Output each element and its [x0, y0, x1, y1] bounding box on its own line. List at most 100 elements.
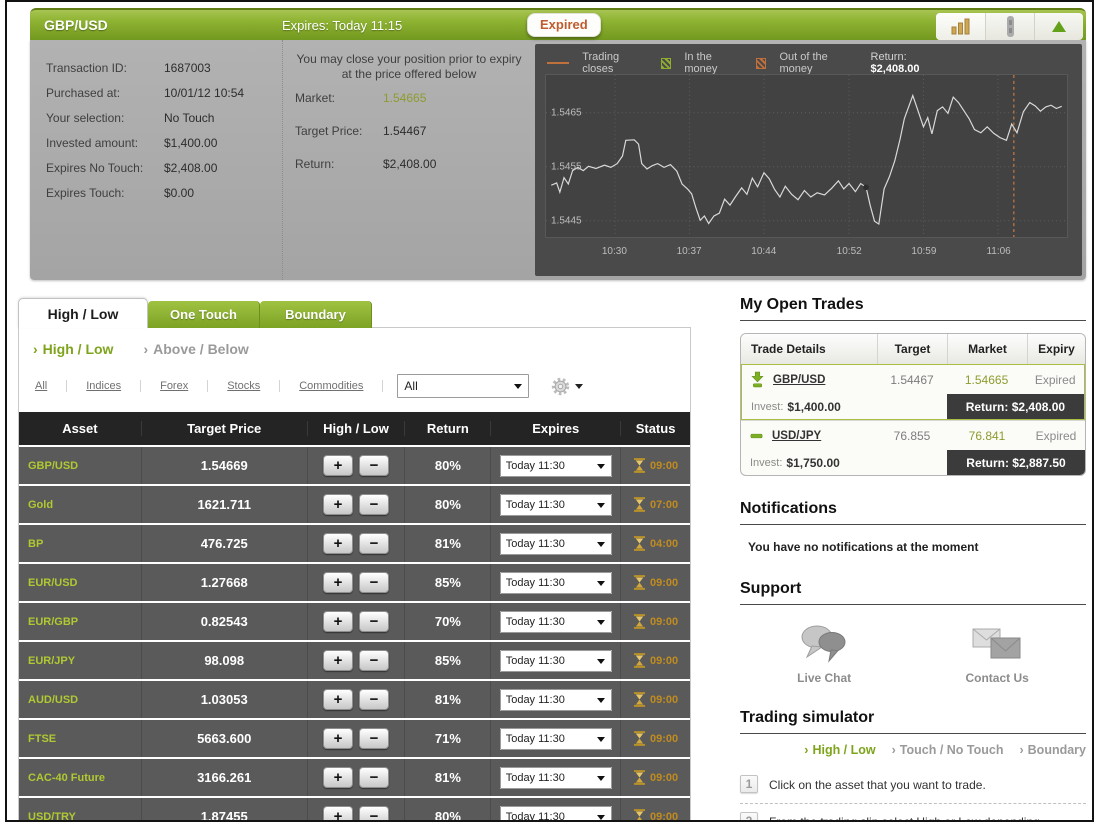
expires-select[interactable]: Today 11:30: [499, 727, 612, 750]
sim-link-boundary[interactable]: › Boundary: [1019, 743, 1086, 757]
low-button[interactable]: −: [359, 806, 389, 820]
expires-select[interactable]: Today 11:30: [499, 688, 612, 711]
high-button[interactable]: +: [323, 455, 353, 476]
target-price: 3166.261: [140, 759, 307, 796]
column-trade-details: Trade Details: [751, 342, 826, 356]
return-badge: Return: $2,408.00: [946, 394, 1084, 419]
asset-name[interactable]: EUR/JPY: [19, 642, 141, 679]
low-button[interactable]: −: [359, 767, 389, 788]
hourglass-icon: [633, 536, 646, 551]
position-widget: GBP/USD Expires: Today 11:15 Expired Tra…: [30, 8, 1086, 280]
column-expiry: Expiry: [1027, 334, 1085, 364]
in-the-money-swatch: [661, 57, 672, 69]
high-button[interactable]: +: [323, 728, 353, 749]
open-trade-row: GBP/USD 1.54467 1.54665 Expired Invest: $…: [741, 364, 1085, 420]
category-select[interactable]: All: [397, 374, 530, 398]
detail-value: $2,408.00: [164, 161, 218, 175]
target-price: 1.03053: [140, 681, 307, 718]
tab-one-touch[interactable]: One Touch: [148, 301, 260, 328]
high-button[interactable]: +: [323, 689, 353, 710]
high-button[interactable]: +: [323, 572, 353, 593]
sim-link-touch-no-touch[interactable]: › Touch / No Touch: [892, 743, 1004, 757]
asset-name[interactable]: AUD/USD: [19, 681, 141, 718]
column-high-low: High / Low: [306, 421, 405, 436]
sim-link-label: High / Low: [812, 743, 876, 757]
open-trade-row: USD/JPY 76.855 76.841 Expired Invest: $1,…: [741, 420, 1085, 475]
filter-forex[interactable]: Forex: [141, 380, 209, 392]
filter-all[interactable]: All: [33, 380, 68, 392]
asset-name[interactable]: CAC-40 Future: [19, 759, 141, 796]
low-button[interactable]: −: [359, 572, 389, 593]
sim-link-label: Boundary: [1027, 743, 1086, 757]
expires-select[interactable]: Today 11:30: [499, 454, 612, 477]
tab-high-low[interactable]: High / Low: [18, 298, 148, 328]
low-button[interactable]: −: [359, 455, 389, 476]
asset-table-header: Asset Target Price High / Low Return Exp…: [19, 412, 690, 445]
asset-name[interactable]: Gold: [19, 486, 141, 523]
low-button[interactable]: −: [359, 533, 389, 554]
low-button[interactable]: −: [359, 650, 389, 671]
return-percent: 81%: [404, 681, 490, 718]
sidebar: My Open Trades Trade Details Target Mark…: [740, 296, 1086, 820]
bar-chart-view-button[interactable]: [936, 13, 985, 40]
asset-row: GBP/USD 1.54669 + − 80% Today 11:30 09:00: [19, 447, 690, 484]
chart-x-labels: 10:30 10:37 10:44 10:52 10:59 11:06: [601, 246, 1011, 257]
asset-row: EUR/GBP 0.82543 + − 70% Today 11:30 09:00: [19, 603, 690, 640]
expires-select[interactable]: Today 11:30: [499, 766, 612, 789]
expires-cell: Today 11:30: [490, 447, 620, 484]
hourglass-icon: [633, 614, 646, 629]
candlestick-view-button[interactable]: [985, 13, 1034, 40]
trade-subnav: › High / Low › Above / Below: [33, 341, 690, 357]
asset-name[interactable]: FTSE: [19, 720, 141, 757]
low-button[interactable]: −: [359, 494, 389, 515]
expires-select[interactable]: Today 11:30: [499, 493, 612, 516]
low-button[interactable]: −: [359, 689, 389, 710]
subnav-above-below[interactable]: › Above / Below: [143, 341, 248, 357]
hourglass-icon: [633, 653, 646, 668]
chevron-icon: ›: [143, 341, 149, 357]
contact-us-button[interactable]: Contact Us: [965, 623, 1029, 685]
asset-name[interactable]: BP: [19, 525, 141, 562]
collapse-widget-button[interactable]: [1034, 13, 1083, 40]
expires-select[interactable]: Today 11:30: [499, 805, 612, 820]
high-button[interactable]: +: [323, 494, 353, 515]
asset-name[interactable]: GBP/USD: [19, 447, 141, 484]
expires-select[interactable]: Today 11:30: [499, 571, 612, 594]
low-button[interactable]: −: [359, 728, 389, 749]
expires-select[interactable]: Today 11:30: [499, 649, 612, 672]
high-button[interactable]: +: [323, 650, 353, 671]
asset-name[interactable]: EUR/USD: [19, 564, 141, 601]
app-window: GBP/USD Expires: Today 11:15 Expired Tra…: [5, 0, 1094, 822]
detail-row: Transaction ID: 1687003: [46, 56, 282, 81]
asset-name[interactable]: USD/TRY: [19, 798, 141, 821]
price-chart-panel: Trading closes In the money Out of the m…: [535, 44, 1082, 276]
invest-label: Invest:: [751, 400, 784, 413]
filter-stocks[interactable]: Stocks: [208, 380, 281, 392]
live-chat-button[interactable]: Live Chat: [797, 623, 851, 685]
open-trades-title: My Open Trades: [740, 296, 1086, 321]
asset-row: FTSE 5663.600 + − 71% Today 11:30 09:00: [19, 720, 690, 757]
expires-select[interactable]: Today 11:30: [499, 532, 612, 555]
high-low-cell: + −: [306, 798, 405, 820]
high-button[interactable]: +: [323, 767, 353, 788]
chevron-icon: ›: [804, 743, 809, 757]
high-button[interactable]: +: [323, 533, 353, 554]
step-number: 1: [740, 775, 758, 793]
subnav-high-low[interactable]: › High / Low: [33, 341, 113, 357]
high-button[interactable]: +: [323, 611, 353, 632]
sim-link-high-low[interactable]: › High / Low: [804, 743, 875, 757]
asset-name[interactable]: EUR/GBP: [19, 603, 141, 640]
open-trade-asset[interactable]: USD/JPY: [772, 430, 821, 442]
legend-label: Out of the money: [779, 51, 828, 75]
expires-select[interactable]: Today 11:30: [499, 610, 612, 633]
filter-indices[interactable]: Indices: [67, 380, 142, 392]
open-trade-asset[interactable]: GBP/USD: [773, 374, 825, 386]
tab-boundary[interactable]: Boundary: [260, 301, 372, 328]
high-button[interactable]: +: [323, 806, 353, 820]
low-button[interactable]: −: [359, 611, 389, 632]
filter-commodities[interactable]: Commodities: [280, 380, 384, 392]
trade-tabs: High / Low One Touch Boundary: [18, 298, 691, 328]
mail-icon: [972, 628, 1021, 659]
settings-button[interactable]: [551, 377, 584, 396]
return-percent: 71%: [404, 720, 490, 757]
